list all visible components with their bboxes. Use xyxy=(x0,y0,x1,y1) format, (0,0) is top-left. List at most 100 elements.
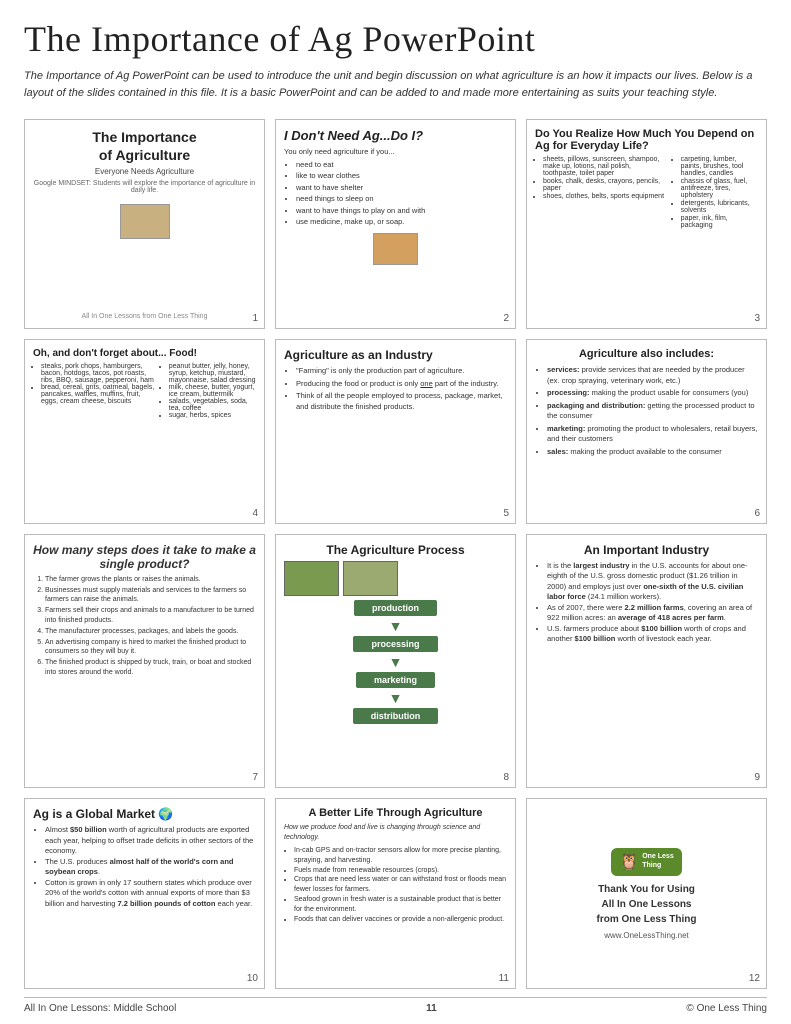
slide-4-col2: peanut butter, jelly, honey, syrup, ketc… xyxy=(169,363,256,419)
list-item: The manufacturer processes, packages, an… xyxy=(45,627,256,637)
list-item: shoes, clothes, belts, sports equipment xyxy=(543,193,667,200)
list-item: sales: making the product available to t… xyxy=(547,447,758,458)
slide-4-title: Oh, and don't forget about... Food! xyxy=(33,348,256,359)
list-item: paper, ink, film, packaging xyxy=(681,215,758,229)
slides-grid: The Importanceof Agriculture Everyone Ne… xyxy=(24,119,767,989)
slide-6-list: services: provide services that are need… xyxy=(547,365,758,457)
footer-left: All In One Lessons: Middle School xyxy=(24,1003,176,1014)
list-item: It is the largest industry in the U.S. a… xyxy=(547,561,758,603)
slide-2: I Don't Need Ag...Do I? You only need ag… xyxy=(275,119,516,329)
slide-5-title: Agriculture as an Industry xyxy=(284,348,507,362)
slide-11-body: How we produce food and live is changing… xyxy=(284,823,507,924)
list-item: Think of all the people employed to proc… xyxy=(296,391,507,412)
list-item: Cotton is grown in only 17 southern stat… xyxy=(45,878,256,910)
list-item: bread, cereal, grits, oatmeal, bagels, p… xyxy=(41,384,155,405)
list-item: Businesses must supply materials and ser… xyxy=(45,586,256,606)
slide-7-number: 7 xyxy=(252,772,258,783)
slide-10-title: Ag is a Global Market 🌍 xyxy=(33,807,256,821)
list-item: use medicine, make up, or soap. xyxy=(296,217,507,228)
process-image-1 xyxy=(284,561,339,596)
slide-10-body: Almost $50 billion worth of agricultural… xyxy=(33,825,256,909)
slide-6-title: Agriculture also includes: xyxy=(535,348,758,360)
list-item: need to eat xyxy=(296,160,507,171)
slide-2-intro: You only need agriculture if you... xyxy=(284,147,507,158)
slide-1-image xyxy=(120,204,170,239)
slide-4-col1: steaks, pork chops, hamburgers, bacon, h… xyxy=(41,363,155,419)
slide-8: The Agriculture Process production ▼ pro… xyxy=(275,534,516,789)
slide-3-col2: carpeting, lumber, paints, brushes, tool… xyxy=(681,156,758,230)
process-image-2 xyxy=(343,561,398,596)
list-item: marketing: promoting the product to whol… xyxy=(547,424,758,445)
slide-6-number: 6 xyxy=(754,508,760,519)
page-description: The Importance of Ag PowerPoint can be u… xyxy=(24,68,767,101)
slide-7: How many steps does it take to make a si… xyxy=(24,534,265,789)
list-item: Crops that are need less water or can wi… xyxy=(294,875,507,895)
slide-11-title: A Better Life Through Agriculture xyxy=(284,807,507,819)
thank-you-line1: Thank You for Using xyxy=(596,882,696,897)
slide-3-columns: sheets, pillows, sunscreen, shampoo, mak… xyxy=(535,156,758,230)
process-arrow-3: ▼ xyxy=(389,691,403,705)
slide-11: A Better Life Through Agriculture How we… xyxy=(275,798,516,989)
slide-11-intro: How we produce food and live is changing… xyxy=(284,823,507,843)
slide-5-number: 5 xyxy=(503,508,509,519)
list-item: Farmers sell their crops and animals to … xyxy=(45,606,256,626)
slide-5-body: "Farming" is only the production part of… xyxy=(284,366,507,414)
one-less-thing-logo: 🦉 One Less Thing xyxy=(611,848,681,876)
list-item: chassis of glass, fuel, antifreeze, tire… xyxy=(681,178,758,199)
list-item: As of 2007, there were 2.2 million farms… xyxy=(547,603,758,624)
slide-7-body: The farmer grows the plants or raises th… xyxy=(33,575,256,679)
list-item: steaks, pork chops, hamburgers, bacon, h… xyxy=(41,363,155,384)
process-flow: production ▼ processing ▼ marketing ▼ di… xyxy=(284,600,507,724)
slide-2-list: need to eat like to wear clothes want to… xyxy=(296,160,507,228)
list-item: want to have shelter xyxy=(296,183,507,194)
slide-9-number: 9 xyxy=(754,772,760,783)
list-item: packaging and distribution: getting the … xyxy=(547,401,758,422)
slide-12-number: 12 xyxy=(749,973,760,984)
slide-11-list: In-cab GPS and on-tractor sensors allow … xyxy=(294,846,507,924)
slide-10-list: Almost $50 billion worth of agricultural… xyxy=(45,825,256,909)
process-step-distribution: distribution xyxy=(353,708,439,724)
list-item: processing: making the product usable fo… xyxy=(547,388,758,399)
list-item: need things to sleep on xyxy=(296,194,507,205)
slide-3-title: Do You Realize How Much You Depend on Ag… xyxy=(535,128,758,152)
logo-line2: Thing xyxy=(642,862,674,870)
process-step-production: production xyxy=(354,600,437,616)
slide-11-number: 11 xyxy=(499,973,509,984)
list-item: Seafood grown in fresh water is a sustai… xyxy=(294,895,507,915)
slide-1: The Importanceof Agriculture Everyone Ne… xyxy=(24,119,265,329)
slide-8-number: 8 xyxy=(503,772,509,783)
slide-8-images xyxy=(284,561,507,596)
slide-2-number: 2 xyxy=(503,313,509,324)
slide-12: 🦉 One Less Thing Thank You for Using All… xyxy=(526,798,767,989)
slide-1-footer: All In One Lessons from One Less Thing xyxy=(82,313,208,320)
list-item: In-cab GPS and on-tractor sensors allow … xyxy=(294,846,507,866)
slide-10-number: 10 xyxy=(247,973,258,984)
list-item: carpeting, lumber, paints, brushes, tool… xyxy=(681,156,758,177)
slide-1-sub: Everyone Needs Agriculture xyxy=(95,167,194,176)
logo-line1: One Less xyxy=(642,853,674,861)
list-item: books, chalk, desks, crayons, pencils, p… xyxy=(543,178,667,192)
list-item: An advertising company is hired to marke… xyxy=(45,638,256,658)
list-item: like to wear clothes xyxy=(296,171,507,182)
slide-3-col1: sheets, pillows, sunscreen, shampoo, mak… xyxy=(543,156,667,230)
process-step-processing: processing xyxy=(353,636,437,652)
thank-you-line2: All In One Lessons xyxy=(596,897,696,912)
list-item: Almost $50 billion worth of agricultural… xyxy=(45,825,256,857)
process-arrow-1: ▼ xyxy=(389,619,403,633)
process-step-marketing: marketing xyxy=(356,672,435,688)
slide-3: Do You Realize How Much You Depend on Ag… xyxy=(526,119,767,329)
list-item: Producing the food or product is only on… xyxy=(296,379,507,390)
slide-6: Agriculture also includes: services: pro… xyxy=(526,339,767,524)
list-item: Fuels made from renewable resources (cro… xyxy=(294,866,507,876)
slide-2-title: I Don't Need Ag...Do I? xyxy=(284,128,507,143)
slide-12-website: www.OneLessThing.net xyxy=(604,931,689,940)
list-item: sheets, pillows, sunscreen, shampoo, mak… xyxy=(543,156,667,177)
slide-4: Oh, and don't forget about... Food! stea… xyxy=(24,339,265,524)
slide-1-title: The Importanceof Agriculture xyxy=(92,128,196,164)
slide-1-number: 1 xyxy=(252,313,258,324)
list-item: services: provide services that are need… xyxy=(547,365,758,386)
slide-1-google: Google MINDSET: Students will explore th… xyxy=(33,180,256,194)
slide-4-number: 4 xyxy=(252,508,258,519)
list-item: The farmer grows the plants or raises th… xyxy=(45,575,256,585)
list-item: U.S. farmers produce about $100 billion … xyxy=(547,624,758,645)
